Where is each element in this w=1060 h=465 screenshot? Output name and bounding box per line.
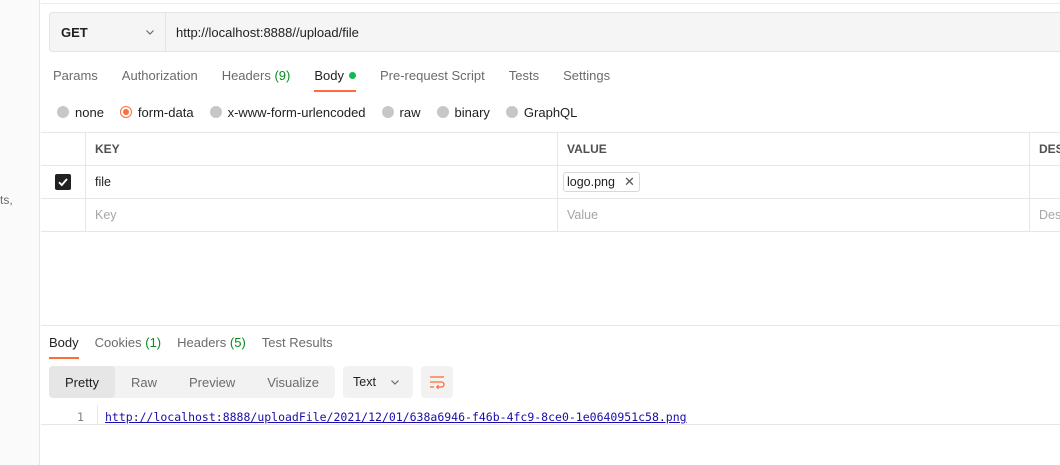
view-pretty-button[interactable]: Pretty — [49, 366, 115, 398]
radio-label: form-data — [137, 104, 194, 120]
method-label: GET — [61, 24, 88, 40]
radio-graphql[interactable]: GraphQL — [505, 104, 578, 120]
radio-label: binary — [454, 104, 490, 120]
resp-headers-count: (5) — [229, 335, 246, 350]
resp-tab-body[interactable]: Body — [49, 333, 79, 359]
method-select[interactable]: GET — [50, 13, 166, 51]
radio-x-www-form-urlencoded[interactable]: x-www-form-urlencoded — [209, 104, 366, 120]
resp-tab-cookies[interactable]: Cookies (1) — [95, 333, 161, 359]
body-type-radio-group: none form-data x-www-form-urlencoded raw… — [57, 102, 593, 122]
tab-label: Pre-request Script — [379, 68, 485, 83]
gutter-divider — [97, 405, 98, 425]
radio-circle-selected — [119, 106, 132, 118]
description-cell[interactable] — [1030, 166, 1060, 198]
tab-pre-request-script[interactable]: Pre-request Script — [380, 66, 485, 92]
wrap-lines-button[interactable] — [421, 366, 454, 398]
tab-params[interactable]: Params — [53, 66, 98, 92]
cookies-count: (1) — [145, 335, 162, 350]
row-check-cell — [41, 166, 86, 198]
view-raw-button[interactable]: Raw — [115, 366, 173, 398]
left-sidebar-edge: ts, — [0, 0, 40, 465]
tab-settings[interactable]: Settings — [563, 66, 610, 92]
radio-circle — [57, 106, 69, 118]
table-row: file logo.png ✕ — [41, 166, 1060, 199]
tab-label: Params — [53, 68, 98, 83]
response-tabs: Body Cookies (1) Headers (5) Test Result… — [49, 333, 349, 359]
radio-circle — [436, 106, 449, 118]
remove-file-icon[interactable]: ✕ — [624, 174, 635, 190]
tab-label: Body — [49, 335, 79, 350]
tab-strip-edge — [41, 0, 1060, 4]
row-enabled-checkbox[interactable] — [55, 174, 71, 190]
file-chip: logo.png ✕ — [563, 172, 640, 192]
tab-label: Settings — [563, 68, 611, 83]
tab-label: Cookies — [94, 335, 142, 350]
tab-label: Authorization — [121, 68, 198, 83]
table-row-placeholder: Key Value Des — [41, 199, 1060, 232]
radio-form-data[interactable]: form-data — [119, 104, 194, 120]
resp-tab-test-results[interactable]: Test Results — [262, 333, 333, 359]
checkmark-icon — [58, 178, 68, 187]
request-tabs: Params Authorization Headers (9) Body Pr… — [53, 66, 634, 92]
chevron-down-icon — [146, 30, 154, 35]
value-cell[interactable]: logo.png ✕ — [558, 166, 1030, 198]
form-data-table: KEY VALUE DES file logo.png ✕ Key Value … — [41, 132, 1060, 232]
radio-raw[interactable]: raw — [381, 104, 421, 120]
tab-label: Test Results — [261, 335, 333, 350]
tab-label: Headers — [221, 68, 271, 83]
url-input[interactable]: http://localhost:8888//upload/file — [166, 25, 359, 40]
response-pane-divider[interactable] — [41, 325, 1060, 326]
tab-label: Body — [314, 68, 344, 83]
resp-tab-headers[interactable]: Headers (5) — [177, 333, 246, 359]
radio-label: GraphQL — [523, 104, 578, 120]
response-view-segmented: Pretty Raw Preview Visualize — [49, 366, 336, 398]
view-preview-button[interactable]: Preview — [173, 366, 251, 398]
description-placeholder[interactable]: Des — [1030, 199, 1060, 231]
line-number: 1 — [77, 410, 84, 424]
radio-label: none — [75, 104, 104, 120]
sidebar-text-fragment: ts, — [0, 193, 13, 207]
radio-circle — [381, 106, 394, 118]
request-url-bar: GET http://localhost:8888//upload/file — [49, 12, 1060, 52]
radio-circle — [505, 106, 518, 118]
value-placeholder[interactable]: Value — [558, 199, 1030, 231]
body-indicator-dot — [348, 72, 356, 79]
key-placeholder[interactable]: Key — [86, 199, 558, 231]
key-cell[interactable]: file — [86, 166, 558, 198]
format-label: Text — [353, 375, 376, 389]
response-toolbar: Pretty Raw Preview Visualize Text — [49, 366, 454, 398]
column-header-value: VALUE — [558, 133, 1030, 165]
table-header-row: KEY VALUE DES — [41, 133, 1060, 166]
response-url-link[interactable]: http://localhost:8888/uploadFile/2021/12… — [105, 410, 687, 424]
tab-tests[interactable]: Tests — [509, 66, 539, 92]
tab-label: Tests — [508, 68, 540, 83]
chevron-down-icon — [391, 380, 399, 385]
tab-headers[interactable]: Headers (9) — [222, 66, 291, 92]
radio-none[interactable]: none — [57, 105, 104, 120]
tab-body[interactable]: Body — [314, 66, 356, 92]
radio-label: raw — [399, 104, 421, 120]
tab-label: Headers — [177, 335, 227, 350]
response-format-select[interactable]: Text — [343, 366, 414, 398]
tab-authorization[interactable]: Authorization — [122, 66, 198, 92]
file-name: logo.png — [567, 175, 615, 189]
response-body-editor[interactable]: 1 http://localhost:8888/uploadFile/2021/… — [41, 405, 1060, 425]
header-check-cell — [41, 133, 86, 165]
radio-circle — [209, 106, 222, 118]
headers-count: (9) — [274, 68, 291, 83]
row-check-cell — [41, 199, 86, 231]
column-header-description: DES — [1039, 142, 1060, 156]
column-header-key: KEY — [86, 133, 558, 165]
wrap-lines-icon — [430, 376, 445, 389]
radio-label: x-www-form-urlencoded — [227, 104, 366, 120]
radio-binary[interactable]: binary — [436, 104, 490, 120]
view-visualize-button[interactable]: Visualize — [251, 366, 335, 398]
